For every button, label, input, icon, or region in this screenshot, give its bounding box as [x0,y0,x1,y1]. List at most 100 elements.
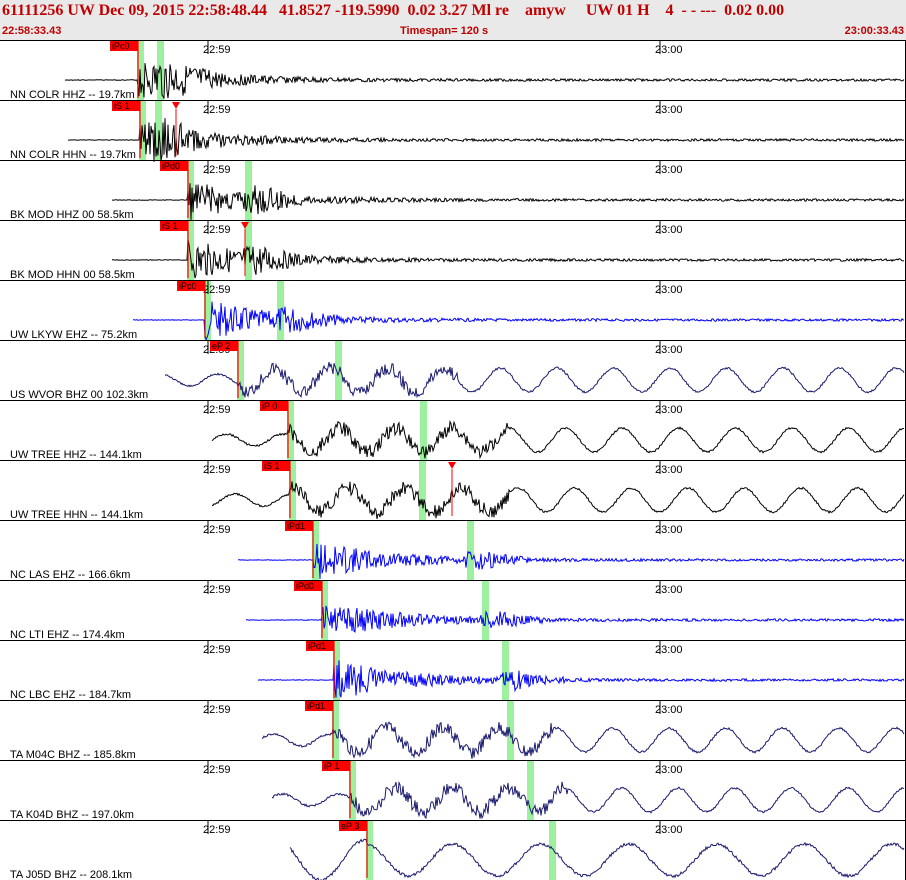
coda-window [502,641,509,700]
time-tick-label: 22:59 [203,704,231,716]
event-title: 61111256 UW Dec 09, 2015 22:58:48.44 41.… [2,2,785,19]
time-tick: 23:00 [655,641,683,656]
waveform-trace [111,239,905,279]
waveform-trace [211,420,905,460]
waveform-trace [64,63,905,99]
channel-row: 22:59 23:00 iS 1 BK MOD HHN 00 58.5km [0,220,906,281]
channel-row: 22:59 23:00 iPd0 NC LTI EHZ -- 174.4km [0,580,906,641]
time-tick: 23:00 [655,341,683,356]
channel-row: 22:59 23:00 iPd1 TA M04C BHZ -- 185.8km [0,700,906,761]
pick-label: iPd1 [307,701,325,711]
channel-label: UW TREE HHN -- 144.1km [10,509,143,521]
channel-label: TA J05D BHZ -- 208.1km [10,869,132,880]
pick-label: iS 1 [114,101,130,111]
channel-row: 22:59 23:00 iPc0 NN COLR HHZ -- 19.7km [0,40,906,101]
pick-label: eP 3 [341,821,359,831]
channel-label: TA K04D BHZ -- 197.0km [10,809,134,821]
channel-label: US WVOR BHZ 00 102.3km [10,389,148,401]
time-tick-label: 22:59 [203,584,231,596]
time-tick-label: 22:59 [203,104,231,116]
waveform-trace [271,780,905,820]
time-tick: 23:00 [655,581,683,596]
pick-label: iPd0 [162,161,180,171]
time-tick: 22:59 [203,641,231,656]
channel-label: NC LAS EHZ -- 166.6km [10,569,130,581]
channel-row: 22:59 23:00 iS 1 NN COLR HHN -- 19.7km [0,100,906,162]
channel-label: UW LKYW EHZ -- 75.2km [10,329,137,341]
time-tick: 22:59 [203,401,231,416]
start-time: 22:58:33.43 [2,25,62,37]
time-tick-label: 23:00 [655,104,683,116]
time-tick-label: 22:59 [203,44,231,56]
time-tick: 22:59 [203,221,231,236]
coda-window [507,701,514,760]
time-tick-label: 22:59 [203,524,231,536]
coda-window [419,461,426,520]
time-tick-label: 22:59 [203,464,231,476]
waveform-trace [257,660,905,698]
coda-window [549,821,556,880]
time-tick-label: 22:59 [203,224,231,236]
time-tick: 22:59 [203,101,231,116]
time-tick: 23:00 [655,461,683,476]
time-tick: 22:59 [203,161,231,176]
channel-label: NC LTI EHZ -- 174.4km [10,629,125,641]
pick-label: iP 1 [324,761,339,771]
time-tick-label: 23:00 [655,824,683,836]
channel-label: UW TREE HHZ -- 144.1km [10,449,142,461]
channel-row: 22:59 23:00 eP 3 TA J05D BHZ -- 208.1km [0,820,906,880]
channel-label: NN COLR HHN -- 19.7km [10,149,136,161]
channel-row: 22:59 23:00 iPd1 NC LBC EHZ -- 184.7km [0,640,906,701]
channel-row: 22:59 23:00 iP 1 TA K04D BHZ -- 197.0km [0,760,906,821]
timespan-label: Timespan= 120 s [400,25,489,37]
time-tick-label: 22:59 [203,764,231,776]
time-tick: 22:59 [203,281,231,296]
time-tick: 23:00 [655,821,683,836]
time-tick: 22:59 [203,821,231,836]
pick-label: iP 0 [262,401,277,411]
time-tick: 23:00 [655,161,683,176]
time-tick: 22:59 [203,581,231,596]
channel-row: 22:59 23:00 iPc0 UW LKYW EHZ -- 75.2km [0,280,906,342]
time-tick: 22:59 [203,41,231,56]
channel-row: 22:59 23:00 iP 0 UW TREE HHZ -- 144.1km [0,400,906,461]
pick-label: iPc0 [179,281,197,291]
time-tick: 22:59 [203,761,231,776]
time-tick-label: 23:00 [655,284,683,296]
time-tick: 23:00 [655,221,683,236]
waveform-trace [261,721,905,759]
time-tick: 23:00 [655,401,683,416]
time-tick-label: 22:59 [203,404,231,416]
time-tick-label: 23:00 [655,164,683,176]
coda-window [467,521,474,580]
channel-row: 22:5923:00eP 2US WVOR BHZ 00 102.3km [0,340,906,401]
waveform-trace [211,481,905,520]
time-tick: 23:00 [655,701,683,716]
channel-label: BK MOD HHN 00 58.5km [10,269,135,281]
time-tick: 23:00 [655,101,683,116]
time-tick-label: 23:00 [655,524,683,536]
channel-label: NN COLR HHZ -- 19.7km [10,89,135,101]
time-tick-label: 23:00 [655,704,683,716]
time-tick-label: 23:00 [655,344,683,356]
time-tick-label: 22:59 [203,164,231,176]
time-tick-label: 23:00 [655,224,683,236]
time-tick-label: 23:00 [655,764,683,776]
time-tick: 22:59 [203,521,231,536]
time-tick: 22:59 [203,701,231,716]
pick-label: iS 1 [162,221,178,231]
channel-row: 22:59 23:00 iPd1 NC LAS EHZ -- 166.6km [0,520,906,581]
waveform-trace [245,605,905,633]
channel-row: 22:59 23:00 iS 1 UW TREE HHN -- 144.1km [0,460,906,521]
pick-label: iPd0 [296,581,314,591]
waveform-trace [68,118,905,162]
channel-label: BK MOD HHZ 00 58.5km [10,209,133,221]
time-tick-label: 23:00 [655,584,683,596]
event-header: 61111256 UW Dec 09, 2015 22:58:48.44 41.… [0,0,906,40]
time-tick-label: 23:00 [655,644,683,656]
waveform-trace [237,543,905,580]
time-tick-label: 23:00 [655,464,683,476]
time-tick: 23:00 [655,761,683,776]
pick-label: eP 2 [212,341,230,351]
time-tick-label: 22:59 [203,644,231,656]
